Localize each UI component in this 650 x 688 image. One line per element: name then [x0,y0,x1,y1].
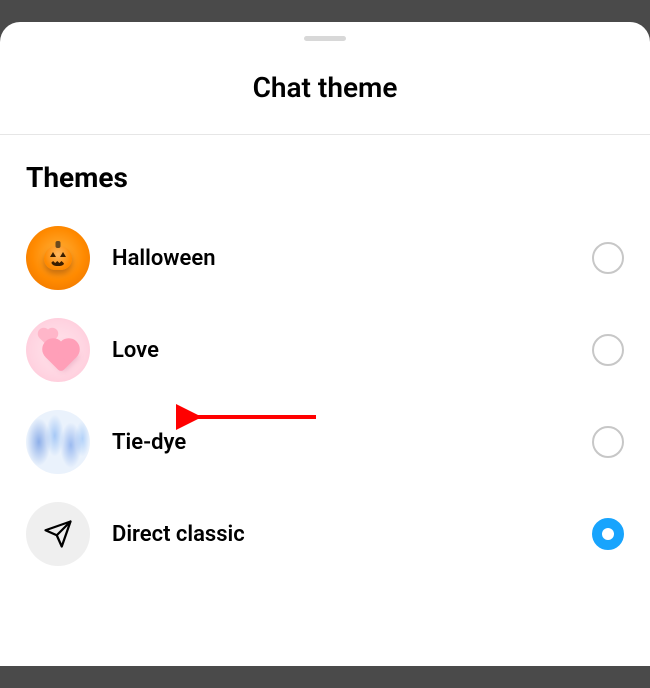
sheet-title: Chat theme [0,71,650,104]
theme-option-tiedye[interactable]: Tie-dye [18,396,632,488]
bottom-sheet: Chat theme Themes Halloween Love Tie-dye [0,22,650,666]
drag-handle[interactable] [304,36,346,41]
paper-plane-icon [26,502,90,566]
section-heading-themes: Themes [0,135,650,212]
sheet-header: Chat theme [0,27,650,135]
radio-button[interactable] [592,518,624,550]
theme-label: Tie-dye [112,430,570,455]
radio-button[interactable] [592,334,624,366]
theme-list: Halloween Love Tie-dye Direct class [0,212,650,580]
tiedye-icon [26,410,90,474]
theme-option-love[interactable]: Love [18,304,632,396]
theme-label: Halloween [112,246,570,271]
halloween-icon [26,226,90,290]
theme-option-halloween[interactable]: Halloween [18,212,632,304]
theme-option-direct-classic[interactable]: Direct classic [18,488,632,580]
theme-label: Direct classic [112,522,570,547]
theme-label: Love [112,338,570,363]
radio-button[interactable] [592,426,624,458]
love-icon [26,318,90,382]
radio-button[interactable] [592,242,624,274]
